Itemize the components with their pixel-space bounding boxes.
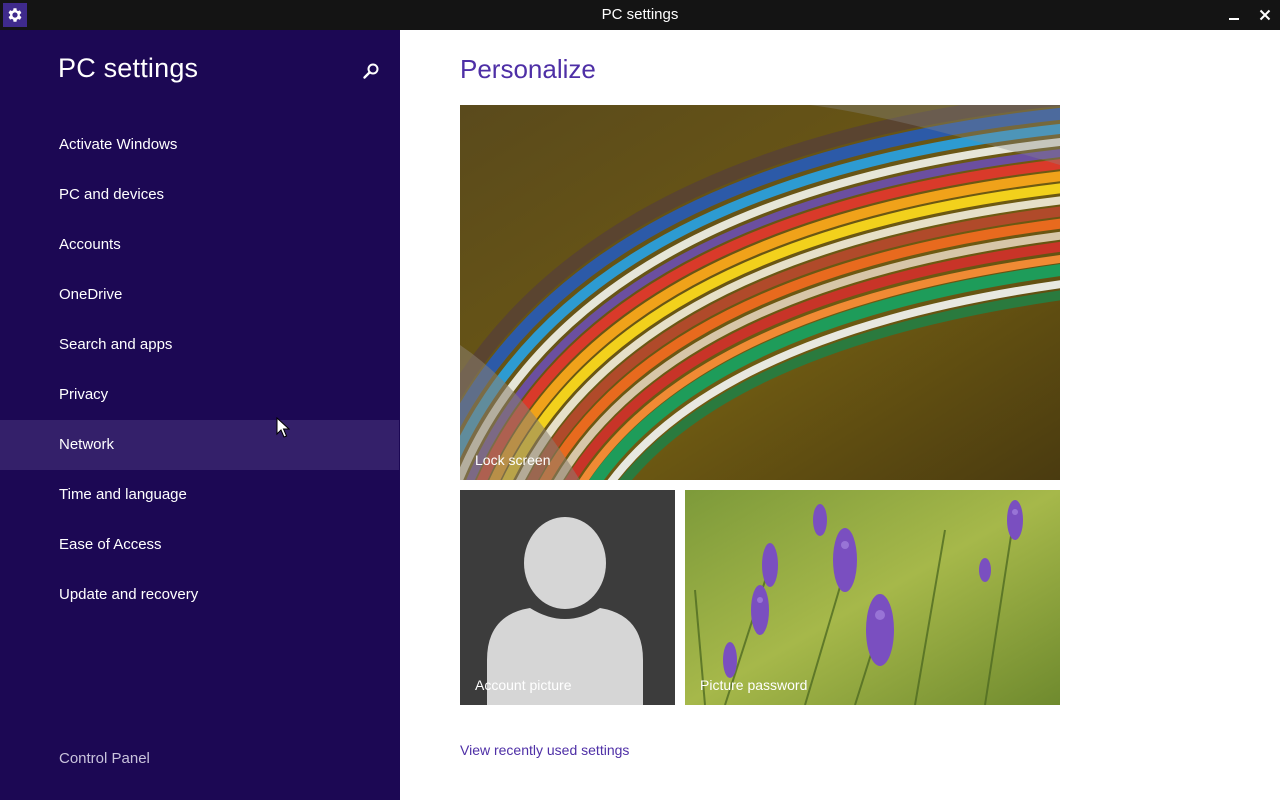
close-button[interactable] <box>1250 0 1280 30</box>
sidebar-item-activate-windows[interactable]: Activate Windows <box>0 120 399 170</box>
page-title: Personalize <box>460 54 596 84</box>
sidebar-item-onedrive[interactable]: OneDrive <box>0 270 399 320</box>
sidebar-item-network[interactable]: Network <box>0 420 399 470</box>
sidebar-item-update-and-recovery[interactable]: Update and recovery <box>0 570 399 620</box>
sidebar-item-privacy[interactable]: Privacy <box>0 370 399 420</box>
title-bar: PC settings <box>0 0 1280 30</box>
mouse-cursor-icon <box>276 417 290 438</box>
sidebar-item-time-and-language[interactable]: Time and language <box>0 470 399 520</box>
search-icon <box>363 63 379 79</box>
user-silhouette-icon <box>487 517 643 705</box>
sidebar-title: PC settings <box>58 53 199 83</box>
picture-password-tile[interactable]: Picture password <box>685 490 1060 705</box>
lock-screen-tile[interactable]: Lock screen <box>460 105 1060 480</box>
account-picture-tile[interactable]: Account picture <box>460 490 675 705</box>
search-button[interactable] <box>360 60 382 82</box>
close-icon <box>1259 9 1271 21</box>
view-recent-settings-link[interactable]: View recently used settings <box>460 742 629 758</box>
sidebar-item-ease-of-access[interactable]: Ease of Access <box>0 520 399 570</box>
window-title: PC settings <box>601 6 679 23</box>
picture-password-image <box>685 490 1060 705</box>
control-panel-link[interactable]: Control Panel <box>59 750 150 767</box>
nav-list: Activate Windows PC and devices Accounts… <box>0 120 400 620</box>
sidebar-item-pc-and-devices[interactable]: PC and devices <box>0 170 399 220</box>
lock-screen-image <box>460 105 1060 480</box>
minimize-button[interactable] <box>1219 0 1249 30</box>
sidebar-item-accounts[interactable]: Accounts <box>0 220 399 270</box>
lock-screen-label: Lock screen <box>475 452 551 468</box>
sidebar: PC settings Activate Windows PC and devi… <box>0 30 400 800</box>
sidebar-item-search-and-apps[interactable]: Search and apps <box>0 320 399 370</box>
minimize-icon <box>1229 18 1239 20</box>
picture-password-label: Picture password <box>700 677 808 693</box>
account-picture-label: Account picture <box>475 677 572 693</box>
